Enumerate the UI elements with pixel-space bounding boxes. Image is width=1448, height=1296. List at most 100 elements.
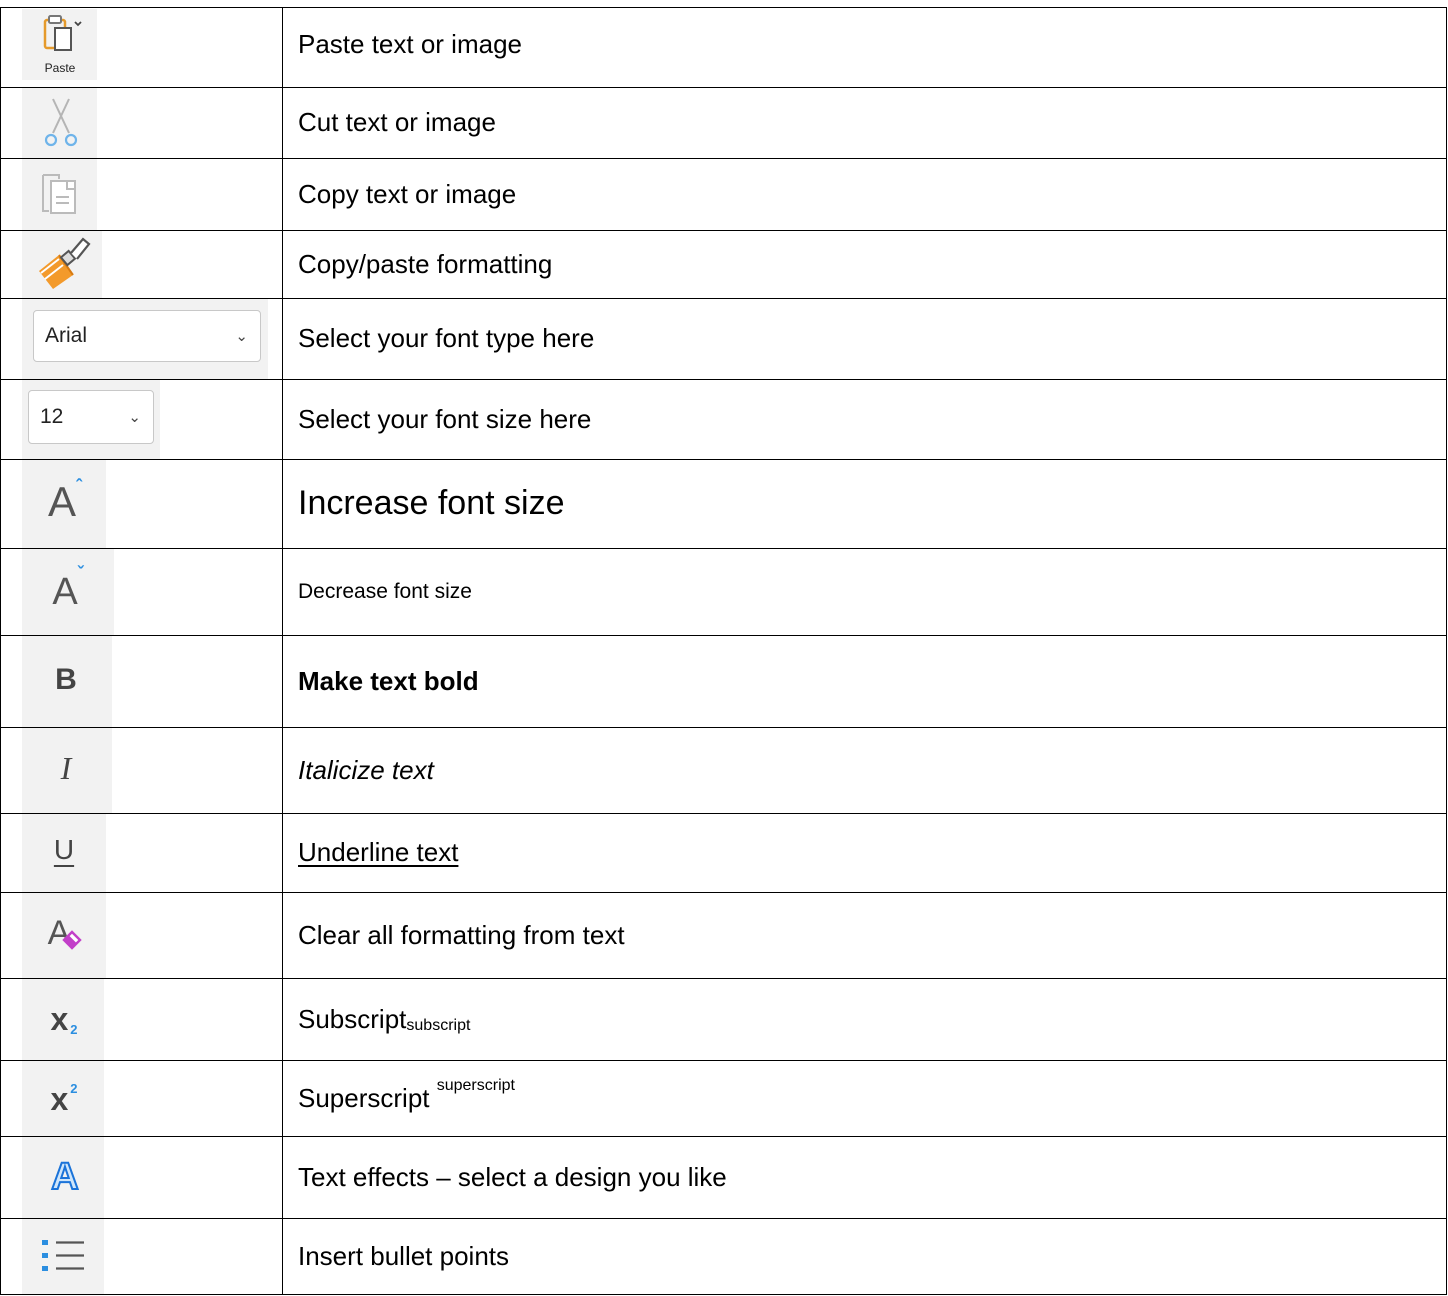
- font-size-dropdown[interactable]: 12 ⌄: [28, 390, 154, 444]
- icon-cell: [22, 1219, 104, 1294]
- letter-a-icon: A: [52, 571, 78, 613]
- table-row: I Italicize text: [0, 727, 1448, 813]
- icon-cell: I: [22, 728, 112, 813]
- row-description: Insert bullet points: [298, 1240, 510, 1271]
- increase-font-size-icon[interactable]: A ˆ: [34, 470, 96, 534]
- table-border-left: [0, 7, 1, 1295]
- table-row: Cut text or image: [0, 87, 1448, 158]
- icon-cell: A ˇ: [22, 549, 114, 635]
- table-border-divider: [282, 7, 283, 1295]
- paste-label: Paste: [44, 60, 76, 75]
- icon-cell: Paste: [22, 9, 97, 80]
- table-row: x 2 Superscript superscript: [0, 1060, 1448, 1136]
- ribbon-reference-table: Paste Paste text or image Cut text or im…: [0, 0, 1448, 1296]
- copy-icon[interactable]: [32, 163, 88, 225]
- letter-x-icon: x: [50, 1081, 69, 1117]
- table-row: x 2 Subscript subscript: [0, 978, 1448, 1060]
- table-row: A Text effects – select a design you lik…: [0, 1136, 1448, 1218]
- font-name-dropdown[interactable]: Arial ⌄: [33, 310, 261, 362]
- icon-cell: Arial ⌄: [22, 299, 268, 379]
- letter-i-icon: I: [60, 750, 72, 786]
- clear-formatting-icon[interactable]: A: [34, 903, 96, 963]
- row-description: Increase font size: [298, 484, 565, 522]
- icon-cell: A ˆ: [22, 460, 106, 548]
- letter-b-icon: B: [55, 663, 77, 696]
- italic-icon[interactable]: I: [36, 738, 96, 798]
- row-description: Copy/paste formatting: [298, 248, 553, 279]
- table-row: Paste Paste text or image: [0, 8, 1448, 80]
- bullets-icon[interactable]: [34, 1225, 96, 1287]
- paste-icon[interactable]: Paste: [28, 11, 92, 77]
- caret-down-icon: ˇ: [77, 563, 84, 583]
- row-divider: [0, 87, 1446, 88]
- subscript-text: Subscript: [298, 1003, 407, 1034]
- row-divider: [0, 978, 1446, 979]
- superscript-text: Superscript: [298, 1082, 437, 1113]
- row-divider: [0, 727, 1446, 728]
- row-description: Clear all formatting from text: [298, 919, 625, 950]
- icon-cell: B: [22, 636, 112, 727]
- decrease-font-size-icon[interactable]: A ˇ: [36, 561, 100, 623]
- scissors-icon[interactable]: [36, 92, 86, 154]
- chevron-down-icon: ⌄: [128, 409, 141, 426]
- row-divider: [0, 230, 1446, 231]
- row-description: Subscript subscript: [298, 978, 1448, 1060]
- subscript-icon[interactable]: x 2: [34, 987, 94, 1051]
- row-divider: [0, 298, 1446, 299]
- row-description: Select your font type here: [298, 323, 595, 353]
- row-divider: [0, 459, 1446, 460]
- format-painter-icon[interactable]: [34, 233, 94, 295]
- row-divider: [0, 892, 1446, 893]
- table-row: A ˆ Increase font size: [0, 459, 1448, 548]
- chevron-down-icon: ⌄: [235, 328, 248, 345]
- table-row: B Make text bold: [0, 635, 1448, 727]
- table-border-right: [1446, 7, 1447, 1295]
- row-description: Superscript superscript: [298, 1060, 1448, 1136]
- outlined-a-icon: A: [50, 1156, 79, 1198]
- icon-cell: x 2: [22, 979, 104, 1060]
- table-row: A Clear all formatting from text: [0, 892, 1448, 978]
- row-divider: [0, 813, 1446, 814]
- row-divider: [0, 1294, 1446, 1295]
- table-row: Insert bullet points: [0, 1218, 1448, 1294]
- icon-cell: U: [22, 814, 106, 892]
- table-row: Copy text or image: [0, 158, 1448, 230]
- row-divider: [0, 635, 1446, 636]
- row-divider: [0, 379, 1446, 380]
- icon-cell: A: [22, 893, 106, 978]
- row-divider: [0, 1218, 1446, 1219]
- row-description: Paste text or image: [298, 28, 522, 59]
- superscript-icon[interactable]: x 2: [34, 1067, 94, 1131]
- row-description: Copy text or image: [298, 178, 517, 209]
- underline-text: Underline text: [298, 837, 459, 867]
- icon-cell: x 2: [22, 1061, 104, 1136]
- letter-x-icon: x: [50, 1001, 69, 1037]
- table-row: Copy/paste formatting: [0, 230, 1448, 298]
- table-row: Arial ⌄ Select your font type here: [0, 298, 1448, 379]
- row-description: Cut text or image: [298, 107, 496, 137]
- row-description: Italicize text: [298, 754, 434, 785]
- eraser-icon: [62, 930, 83, 950]
- row-divider: [0, 548, 1446, 549]
- letter-a-icon: A: [47, 478, 76, 525]
- subscript-2-icon: 2: [70, 1022, 78, 1037]
- table-row: U Underline text: [0, 813, 1448, 892]
- table-row: A ˇ Decrease font size: [0, 548, 1448, 635]
- superscript-example: superscript: [436, 1077, 515, 1094]
- table-row: 12 ⌄ Select your font size here: [0, 379, 1448, 459]
- row-divider: [0, 158, 1446, 159]
- subscript-example: subscript: [406, 1017, 471, 1034]
- row-description: Text effects – select a design you like: [298, 1161, 727, 1192]
- row-divider: [0, 1136, 1446, 1137]
- bold-icon[interactable]: B: [36, 650, 96, 710]
- letter-u-icon: U: [53, 834, 75, 865]
- row-description: Decrease font size: [298, 579, 472, 603]
- text-effects-icon[interactable]: A: [34, 1147, 96, 1207]
- row-description: Underline text: [298, 813, 1448, 892]
- icon-cell: [22, 88, 97, 158]
- row-description: Make text bold: [298, 665, 479, 696]
- superscript-2-icon: 2: [70, 1081, 78, 1096]
- row-description: Select your font size here: [298, 403, 592, 434]
- underline-icon[interactable]: U: [34, 820, 94, 880]
- icon-cell: [22, 231, 102, 298]
